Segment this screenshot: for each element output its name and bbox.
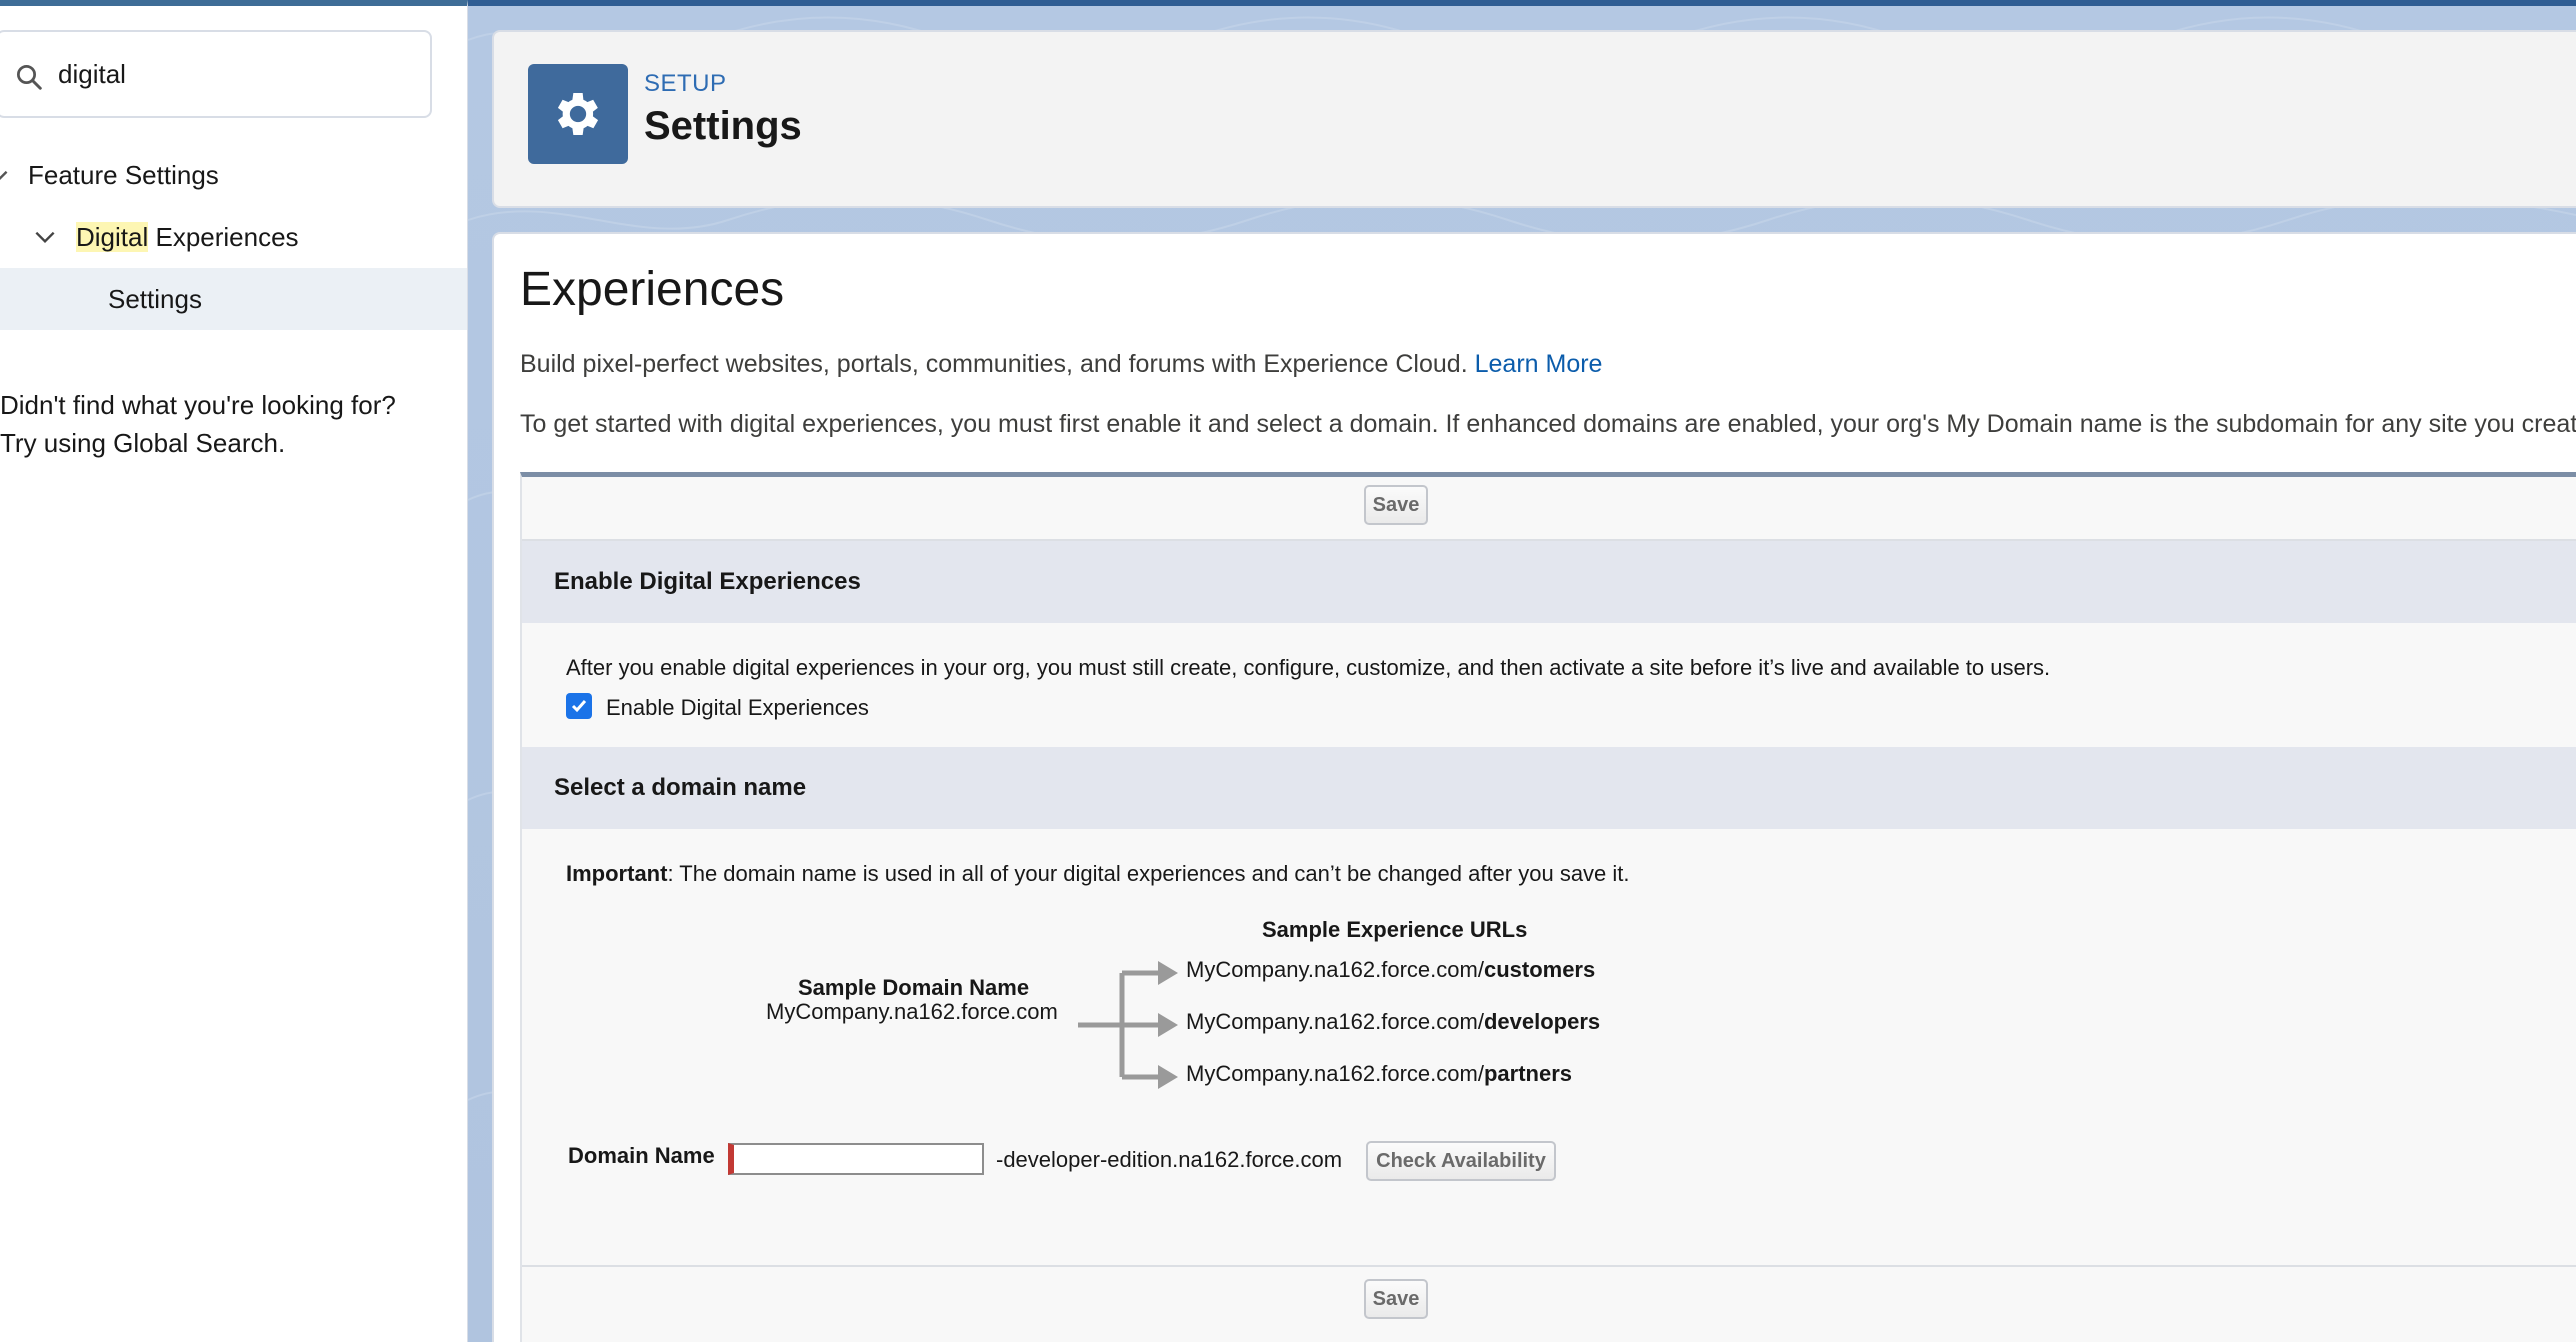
tree-item-feature-settings[interactable]: Feature Settings bbox=[0, 144, 467, 206]
global-search-hint: Didn't find what you're looking for? Try… bbox=[0, 386, 460, 462]
url-prefix: MyCompany.na162.force.com/ bbox=[1186, 957, 1484, 982]
setup-sidebar: Feature Settings Digital Experiences Set… bbox=[0, 0, 468, 1342]
section-header-domain: Select a domain name bbox=[522, 747, 2576, 829]
content-card: Experiences Build pixel-perfect websites… bbox=[492, 232, 2576, 1342]
enable-digital-experiences-checkbox[interactable] bbox=[566, 693, 592, 719]
url-prefix: MyCompany.na162.force.com/ bbox=[1186, 1061, 1484, 1086]
tree-item-label: Settings bbox=[108, 283, 202, 314]
tree-item-label: Feature Settings bbox=[28, 159, 219, 190]
url-suffix: developers bbox=[1483, 1009, 1601, 1034]
tree-item-settings[interactable]: Settings bbox=[0, 268, 467, 330]
sample-url-developers: MyCompany.na162.force.com/developers bbox=[1186, 1009, 1600, 1035]
domain-name-input[interactable] bbox=[728, 1143, 984, 1175]
important-note: Important: The domain name is used in al… bbox=[566, 861, 1630, 887]
page-title: Settings bbox=[644, 104, 802, 148]
intro-text: Build pixel-perfect websites, portals, c… bbox=[520, 350, 1602, 379]
gear-icon bbox=[528, 64, 628, 164]
important-label: Important bbox=[566, 861, 668, 886]
sample-domain-value: MyCompany.na162.force.com bbox=[766, 999, 1058, 1024]
domain-suffix: -developer-edition.na162.force.com bbox=[996, 1147, 1343, 1172]
domain-name-label: Domain Name bbox=[568, 1143, 715, 1168]
experiences-heading: Experiences bbox=[520, 263, 785, 316]
url-suffix: partners bbox=[1483, 1061, 1572, 1086]
header-eyebrow: SETUP bbox=[644, 70, 727, 97]
check-availability-button[interactable]: Check Availability bbox=[1366, 1141, 1556, 1181]
sample-url-customers: MyCompany.na162.force.com/customers bbox=[1186, 957, 1595, 983]
quick-find-input[interactable] bbox=[58, 46, 418, 102]
branch-arrows-icon bbox=[1078, 961, 1178, 1089]
settings-form: Save Enable Digital Experiences After yo… bbox=[520, 472, 2576, 1342]
hint-line-2: Try using Global Search. bbox=[0, 428, 286, 458]
search-icon bbox=[17, 65, 42, 90]
chevron-down-icon[interactable] bbox=[0, 162, 12, 188]
save-button-top[interactable]: Save bbox=[1364, 485, 1428, 525]
search-match-highlight: Digital bbox=[76, 221, 149, 252]
learn-more-link[interactable]: Learn More bbox=[1475, 350, 1603, 378]
chevron-down-icon[interactable] bbox=[32, 224, 58, 250]
section-header-enable: Enable Digital Experiences bbox=[522, 541, 2576, 623]
quick-find-box[interactable] bbox=[0, 30, 432, 118]
url-prefix: MyCompany.na162.force.com/ bbox=[1186, 1009, 1484, 1034]
tree-item-label-rest: Experiences bbox=[148, 221, 299, 252]
checkbox-label[interactable]: Enable Digital Experiences bbox=[606, 695, 869, 721]
important-text: : The domain name is used in all of your… bbox=[667, 861, 1630, 886]
enable-description: After you enable digital experiences in … bbox=[566, 655, 2051, 680]
save-button-bottom[interactable]: Save bbox=[1364, 1279, 1428, 1319]
check-icon bbox=[571, 700, 587, 713]
getting-started-text: To get started with digital experiences,… bbox=[520, 410, 2576, 438]
sample-url-partners: MyCompany.na162.force.com/partners bbox=[1186, 1061, 1572, 1087]
sample-urls-title: Sample Experience URLs bbox=[1262, 917, 1528, 942]
tree-item-label: Digital Experiences bbox=[76, 221, 299, 253]
divider bbox=[522, 1265, 2576, 1267]
tree-item-digital-experiences[interactable]: Digital Experiences bbox=[0, 206, 467, 268]
url-suffix: customers bbox=[1483, 957, 1596, 982]
page-header: SETUP Settings bbox=[492, 30, 2576, 208]
hint-line-1: Didn't find what you're looking for? bbox=[0, 390, 396, 420]
intro-text-body: Build pixel-perfect websites, portals, c… bbox=[520, 350, 1468, 378]
sample-domain-title: Sample Domain Name bbox=[798, 975, 1030, 1000]
